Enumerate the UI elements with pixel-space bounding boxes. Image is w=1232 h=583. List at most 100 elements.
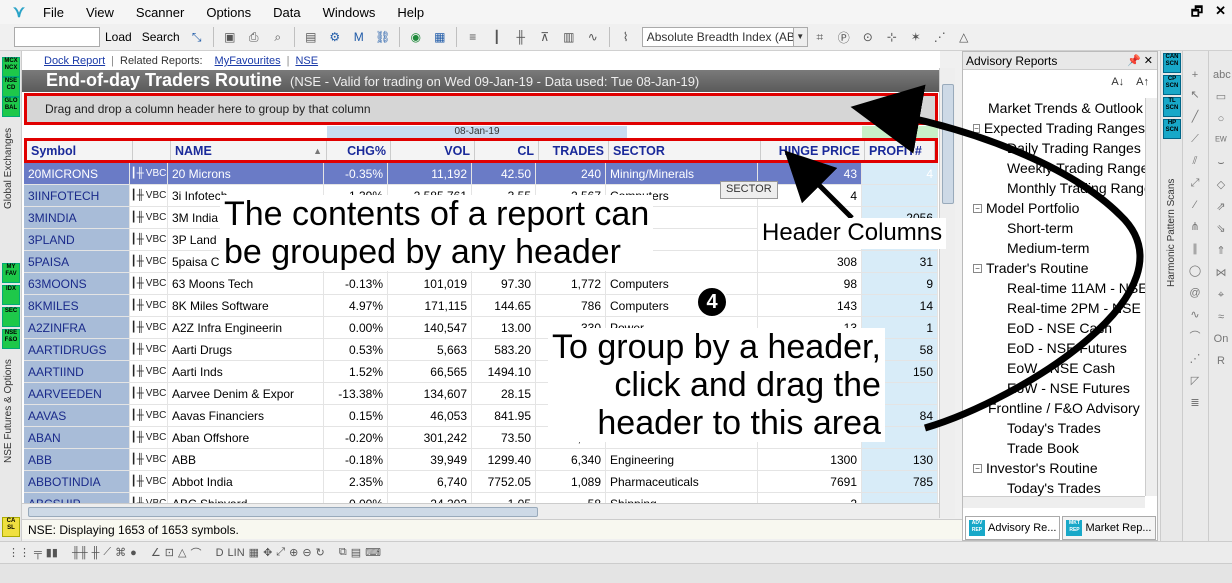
vertical-scrollbar[interactable] — [939, 68, 955, 518]
tree-item[interactable]: Short-term — [963, 218, 1145, 238]
chart-icon[interactable]: ┃╫ — [131, 278, 144, 289]
tree-item[interactable]: Today's Trades — [963, 418, 1145, 438]
ray-icon[interactable]: ⟋ — [1187, 131, 1203, 147]
collapse-icon[interactable]: − — [973, 263, 982, 273]
symbol-cell[interactable]: 3IINFOTECH — [24, 185, 130, 206]
vbc-icon[interactable]: VBC — [146, 300, 167, 311]
symbol-cell[interactable]: AARVEEDEN — [24, 383, 130, 404]
high-low-52w-icon[interactable]: ⊼ — [535, 27, 555, 47]
ohlc-icon[interactable]: ╫ — [511, 27, 531, 47]
gann-icon[interactable]: ◸ — [1187, 373, 1203, 389]
column-header-name[interactable]: NAME ▲ — [171, 141, 327, 160]
tree-item[interactable]: Trade Book — [963, 438, 1145, 458]
column-header-sector[interactable]: SECTOR — [609, 141, 761, 160]
menu-data[interactable]: Data — [262, 5, 311, 20]
menu-options[interactable]: Options — [195, 5, 262, 20]
symbol-cell[interactable]: ABAN — [24, 427, 130, 448]
indicator-icon[interactable]: ⌇ — [616, 27, 636, 47]
tree-item[interactable]: − Investor's Routine — [963, 458, 1145, 478]
advisory-vertical-scrollbar[interactable] — [1145, 98, 1157, 496]
sort-az-icon[interactable]: A↓ — [1111, 76, 1124, 88]
tree-item[interactable]: EoD - NSE Cash — [963, 318, 1145, 338]
ruler-icon[interactable]: ╤ — [34, 547, 42, 559]
table-icon[interactable]: ▦ — [249, 546, 259, 559]
chart-icon[interactable]: ┃╫ — [131, 212, 144, 223]
collapse-icon[interactable]: − — [973, 463, 982, 473]
ellipse-icon[interactable]: ◯ — [1187, 263, 1203, 279]
spiral-icon[interactable]: @ — [1187, 285, 1203, 301]
grid-icon[interactable]: ⋮⋮ — [8, 546, 30, 559]
symbol-cell[interactable]: AARTIDRUGS — [24, 339, 130, 360]
table-row[interactable]: ABB ┃╫ VBC ABB -0.18% 39,949 1299.40 6,340 Engin… — [24, 449, 938, 471]
tree-item[interactable]: Weekly Trading Ranges — [963, 158, 1145, 178]
scroll-thumb[interactable] — [28, 507, 538, 517]
abc-icon[interactable]: abc — [1213, 67, 1231, 83]
group-by-drop-zone[interactable]: Drag and drop a column header here to gr… — [24, 93, 938, 125]
lin-icon[interactable]: LIN — [228, 547, 245, 559]
tab-market-reports[interactable]: MKT REP Market Rep... — [1062, 516, 1156, 540]
search-button[interactable]: Search — [137, 30, 185, 44]
parallel-icon[interactable]: ∥ — [1187, 241, 1203, 257]
symbol-cell[interactable]: ABBOTINDIA — [24, 471, 130, 492]
retrace-icon[interactable]: ⇘ — [1213, 221, 1229, 237]
menu-help[interactable]: Help — [386, 5, 435, 20]
moving-average-icon[interactable]: ∿ — [583, 27, 603, 47]
collapse-icon[interactable]: − — [973, 203, 982, 213]
tree-item[interactable]: EoW - NSE Futures — [963, 378, 1145, 398]
chart-icon[interactable]: ┃╫ — [131, 322, 144, 333]
vbc-icon[interactable]: VBC — [146, 234, 167, 245]
column-header-chg[interactable]: CHG% — [327, 141, 391, 160]
table-row[interactable]: 63MOONS ┃╫ VBC 63 Moons Tech -0.13% 101,019 97… — [24, 273, 938, 295]
menu-view[interactable]: View — [75, 5, 125, 20]
triangle-icon[interactable]: △ — [178, 546, 186, 559]
chart-icon[interactable]: ▤ — [301, 27, 321, 47]
arc-icon[interactable]: ⌒ — [1187, 329, 1203, 345]
channel-icon[interactable]: ⫽ — [1187, 153, 1203, 169]
fan-icon[interactable]: ⋰ — [1187, 351, 1203, 367]
vbc-icon[interactable]: VBC — [146, 366, 167, 377]
chart-icon[interactable]: ┃╫ — [131, 234, 144, 245]
record-icon[interactable]: ● — [130, 547, 137, 559]
zoom-out-icon[interactable]: ⊖ — [302, 546, 311, 559]
cycles-icon[interactable]: ⌖ — [1213, 287, 1229, 303]
vbc-icon[interactable]: VBC — [146, 256, 167, 267]
symbol-cell[interactable]: AARTIIND — [24, 361, 130, 382]
table-row[interactable]: ABBOTINDIA ┃╫ VBC Abbot India 2.35% 6,740 7752… — [24, 471, 938, 493]
candles-icon[interactable]: ╫╫ — [72, 547, 88, 559]
tree-item[interactable]: Medium-term — [963, 238, 1145, 258]
vbc-icon[interactable]: VBC — [146, 190, 167, 201]
chart-icon[interactable]: ┃╫ — [131, 300, 144, 311]
print-icon[interactable]: ⎙ — [244, 27, 264, 47]
pitchfork-icon[interactable]: ⋔ — [1187, 219, 1203, 235]
line-icon[interactable]: ⟋ — [103, 546, 111, 559]
pivot-icon[interactable]: Ⓟ — [834, 27, 854, 47]
dock-report-link[interactable]: Dock Report — [22, 55, 111, 67]
menu-file[interactable]: File — [32, 5, 75, 20]
close-window-icon[interactable]: ✕ — [1215, 3, 1226, 25]
scroll-thumb[interactable] — [942, 84, 954, 204]
tree-item[interactable]: EoD - NSE Futures — [963, 338, 1145, 358]
advisory-horizontal-scrollbar[interactable] — [963, 496, 1145, 508]
chart-icon[interactable]: ┃╫ — [131, 366, 144, 377]
crosshair-icon[interactable]: + — [1187, 67, 1203, 83]
fan-icon[interactable]: ⋰ — [930, 27, 950, 47]
symbol-cell[interactable]: 20MICRONS — [24, 163, 130, 184]
pointer-icon[interactable]: ⤡ — [187, 27, 207, 47]
chart-icon[interactable]: ┃╫ — [131, 410, 144, 421]
ew-icon[interactable]: ᴱᵂ — [1213, 133, 1229, 149]
cursor-icon[interactable]: ↖ — [1187, 87, 1203, 103]
script-icon[interactable]: ⌨ — [365, 546, 381, 559]
restore-window-icon[interactable]: 🗗 — [1191, 3, 1203, 25]
fib-icon[interactable]: ≣ — [1187, 395, 1203, 411]
rectangle-icon[interactable]: ▭ — [1213, 89, 1229, 105]
vbc-icon[interactable]: VBC — [146, 322, 167, 333]
tree-item[interactable]: Monthly Trading Ranges — [963, 178, 1145, 198]
document-icon[interactable]: ▤ — [351, 546, 361, 559]
triangle-icon[interactable]: △ — [954, 27, 974, 47]
symbol-input[interactable] — [14, 27, 100, 47]
trend-scan-icon[interactable]: ⊹ — [882, 27, 902, 47]
tree-item[interactable]: Today's Trades — [963, 478, 1145, 496]
harmonic-icon[interactable]: ⋈ — [1213, 265, 1229, 281]
symbol-cell[interactable]: 8KMILES — [24, 295, 130, 316]
global-badge[interactable]: GLO BAL — [2, 97, 20, 117]
